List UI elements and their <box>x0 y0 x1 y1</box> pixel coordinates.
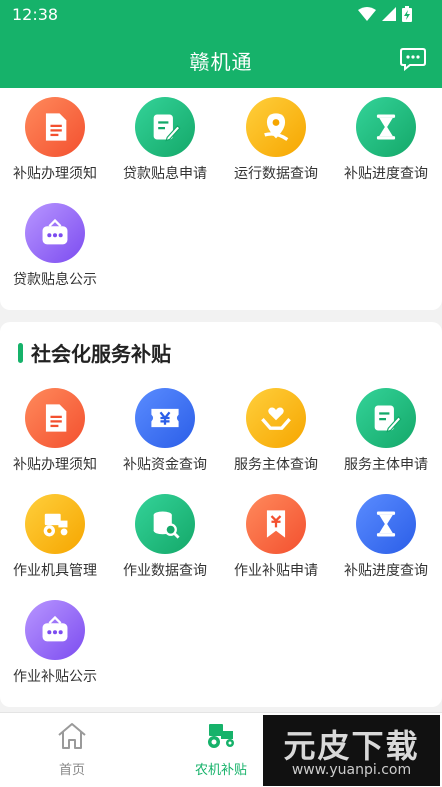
section-title-text: 社会化服务补贴 <box>31 342 171 366</box>
chat-icon <box>400 48 426 72</box>
grid-item-label: 服务主体申请 <box>344 457 428 473</box>
grid-item-label: 作业补贴申请 <box>234 563 318 579</box>
tractor-icon <box>38 507 72 541</box>
grid-item-label: 补贴进度查询 <box>344 563 428 579</box>
section-title: 社会化服务补贴 <box>18 338 171 367</box>
status-bar: 12:38 <box>0 0 442 30</box>
document-icon <box>38 110 72 144</box>
edit-form-icon <box>369 401 403 435</box>
grid-item-label: 贷款贴息公示 <box>13 272 97 288</box>
grid-item-label: 补贴办理须知 <box>13 166 97 182</box>
heart-hands-icon <box>259 401 293 435</box>
service-card-1: 补贴办理须知 贷款贴息申请 运行数据查询 补贴进度查询 贷款贴息公示 <box>0 88 442 310</box>
grid-item-label: 作业机具管理 <box>13 563 97 579</box>
grid-item[interactable]: 贷款贴息申请 <box>110 97 220 197</box>
grid-item-label: 服务主体查询 <box>234 457 318 473</box>
grid-item[interactable]: 贷款贴息公示 <box>0 203 110 303</box>
tab-subsidy-label: 农机补贴 <box>194 763 247 778</box>
home-icon <box>58 723 86 749</box>
database-search-icon <box>148 507 182 541</box>
tab-home[interactable]: 首页 <box>22 721 122 778</box>
yuan-ticket-icon <box>148 401 182 435</box>
app-header: 赣机通 <box>0 30 442 88</box>
grid-item[interactable]: 作业数据查询 <box>110 494 220 594</box>
grid-item[interactable]: 补贴进度查询 <box>331 97 441 197</box>
wifi-icon <box>358 7 376 21</box>
edit-form-icon <box>148 110 182 144</box>
hourglass-icon <box>369 110 403 144</box>
grid-item[interactable]: 作业机具管理 <box>0 494 110 594</box>
grid-item[interactable]: 作业补贴公示 <box>0 600 110 700</box>
section-title-bar <box>18 342 23 363</box>
grid-item-label: 作业补贴公示 <box>13 669 97 685</box>
grid-item-label: 补贴办理须知 <box>13 457 97 473</box>
notice-board-icon <box>38 216 72 250</box>
watermark: 元皮下载 www.yuanpi.com <box>263 715 440 786</box>
battery-icon <box>402 6 412 22</box>
grid-item[interactable]: 作业补贴申请 <box>221 494 331 594</box>
grid-item[interactable]: 服务主体申请 <box>331 388 441 488</box>
grid-item[interactable]: 补贴办理须知 <box>0 388 110 488</box>
status-time: 12:38 <box>12 5 59 24</box>
grid-item[interactable]: 运行数据查询 <box>221 97 331 197</box>
watermark-logo: 元皮下载 <box>283 727 420 765</box>
yuan-bookmark-icon <box>259 507 293 541</box>
grid-item-label: 作业数据查询 <box>123 563 207 579</box>
tab-subsidy[interactable]: 农机补贴 <box>171 721 271 778</box>
grid-item[interactable]: 补贴进度查询 <box>331 494 441 594</box>
watermark-url: www.yuanpi.com <box>291 762 412 778</box>
notice-board-icon <box>38 613 72 647</box>
service-card-2: 社会化服务补贴 补贴办理须知 补贴资金查询 服务主体查询 服务主体申请 作业机具… <box>0 322 442 707</box>
grid-item-label: 贷款贴息申请 <box>123 166 207 182</box>
grid-item-label: 补贴资金查询 <box>123 457 207 473</box>
grid-item[interactable]: 补贴办理须知 <box>0 97 110 197</box>
grid-item[interactable]: 服务主体查询 <box>221 388 331 488</box>
message-button[interactable] <box>400 47 426 75</box>
hourglass-icon <box>369 507 403 541</box>
document-icon <box>38 401 72 435</box>
page-title: 赣机通 <box>189 50 253 74</box>
location-pin-icon <box>259 110 293 144</box>
tab-home-label: 首页 <box>58 763 85 778</box>
signal-icon <box>382 7 396 21</box>
grid-item[interactable]: 补贴资金查询 <box>110 388 220 488</box>
grid-item-label: 运行数据查询 <box>234 166 318 182</box>
grid-item-label: 补贴进度查询 <box>344 166 428 182</box>
tractor-icon <box>208 724 234 748</box>
